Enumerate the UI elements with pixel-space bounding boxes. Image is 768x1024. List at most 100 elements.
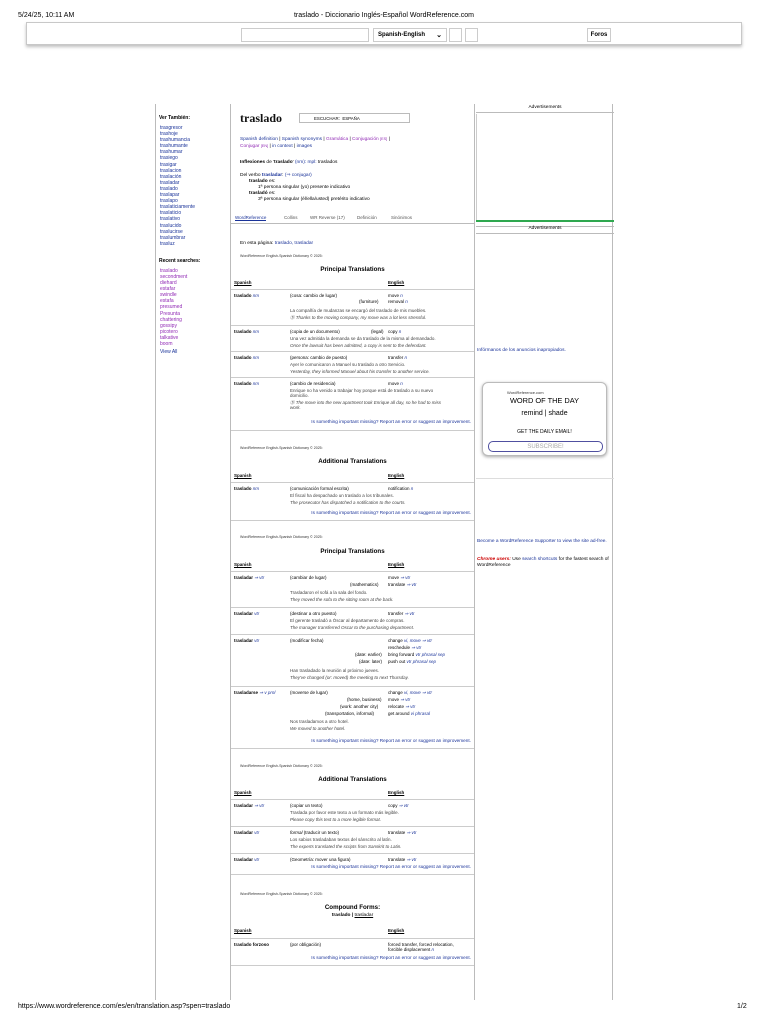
column-english: English [388,280,405,285]
subscribe-button[interactable]: SUBSCRIBE! [488,441,603,452]
translation-term: translate ⇒ vtr [388,582,417,587]
example-english: Yesterday, they informed Manuel about hi… [290,369,430,374]
wod-words[interactable]: remind | shade [483,410,606,417]
print-page-number: 1/2 [737,1003,747,1010]
verb-colon: : [282,173,284,178]
page-content: Ver También: trasgresor trashoje trashum… [155,104,614,1000]
context-note: (work: another city) [340,704,379,709]
verb-link[interactable]: trasladar [262,173,282,178]
divider [476,233,614,234]
link-spanish-synonyms[interactable]: Spanish synonyms [282,137,322,142]
compound-forms-title: Compound Forms: [324,904,381,911]
dictionary-tabs: WordReference Collins WR Reverse (17) De… [231,212,474,224]
dictionary-credit: WordReference English-Spanish Dictionary… [240,892,323,896]
search-shortcuts-link[interactable]: search shortcuts [522,557,557,562]
tab-wr-reverse[interactable]: WR Reverse (17) [310,215,345,220]
example-spanish: Nos trasladamos a otro hotel. [290,719,349,724]
translation-row: traslado nm (comunicación formal escrita… [231,482,474,509]
context-note: (modificar fecha) [290,638,324,643]
forums-button[interactable]: Foros [587,28,611,42]
context-note: (cosa: cambio de lugar) [290,293,338,298]
translation-term: move n [388,293,403,298]
example-english: Please copy this text to a more legible … [290,817,382,822]
example-spanish: Una vez admitida la demanda se da trasla… [290,336,436,341]
example-spanish: El gerente trasladó a Óscar al departame… [290,618,405,623]
example-spanish: La compañía de mudanzas se encargó del t… [290,308,427,313]
verb-form-1: traslado [249,179,268,184]
print-url: https://www.wordreference.com/es/en/tran… [18,1003,231,1010]
context-note: formal (traducir un texto) [290,830,340,835]
inflections-de: de ' [266,160,274,165]
inflections-forms: traslados [317,160,338,165]
search-button[interactable] [449,28,462,42]
additional-translations-title: Additional Translations [318,458,387,465]
translation-row: trasladar vtr (destinar a otro puesto) t… [231,607,474,634]
context-note: (legal) [371,329,384,334]
inflections-nm[interactable]: (nm): [295,160,306,165]
example-english: They've changed (or: moved) the meeting … [290,675,409,680]
example-spanish: Han trasladado la reunión al próximo jue… [290,668,380,673]
on-page-links[interactable]: traslado, trasladar [275,241,313,246]
link-in-context[interactable]: in context [272,144,293,149]
link-images[interactable]: images [297,144,312,149]
report-error-link[interactable]: Is something important missing? Report a… [231,864,474,869]
dictionary-select[interactable]: Spanish-English ⌄ [373,28,447,42]
context-note: (cambio de residencia) [290,381,336,386]
listen-selector[interactable]: ESCUCHAR: ESPAÑA [299,113,410,123]
inflections-close: ' [292,160,294,165]
source-term: trasladar vtr [234,857,260,862]
translation-row: traslado forzoso (por obligación) forced… [231,938,474,955]
report-error-link[interactable]: Is something important missing? Report a… [231,955,474,960]
dictionary-credit: WordReference English-Spanish Dictionary… [240,254,323,258]
wod-title: WORD OF THE DAY [509,396,580,405]
divider [476,112,614,113]
compound-alt-link[interactable]: trasladar [355,913,374,918]
inflections-mpl[interactable]: mpl: [307,160,316,165]
source-term: trasladarse ⇒ v prnl [234,690,276,695]
tab-collins[interactable]: Collins [284,215,298,220]
link-gramatica[interactable]: Gramática [326,137,348,142]
source-term: traslado nm [234,486,260,491]
see-also-link[interactable]: trasluz [160,241,230,247]
source-term: trasladar ⇒ vtr [234,575,265,580]
column-spanish: Spanish [234,280,252,285]
report-ads-link[interactable]: Infórmanos de los anuncios inapropiados. [477,348,566,353]
translation-term: push out vtr phrasal sep [388,659,437,664]
main-column: traslado ESCUCHAR: ESPAÑA Spanish defini… [231,104,475,1000]
example-english: Ⓢ The move into the new apartment took E… [290,400,441,405]
example-spanish: domicilio. [290,393,309,398]
context-note: (por obligación) [290,942,322,947]
options-button[interactable] [465,28,478,42]
report-error-link[interactable]: Is something important missing? Report a… [231,510,474,515]
view-all-link[interactable]: View All [160,349,230,355]
source-term: traslado nm [234,355,260,360]
example-spanish: El fiscal ha despachado un traslado a lo… [290,493,394,498]
tab-wordreference[interactable]: WordReference [235,215,267,221]
link-spanish-definition[interactable]: Spanish definition [240,137,278,142]
translation-term: notification n [388,486,414,491]
supporter-link[interactable]: Become a WordReference Supporter to view… [477,539,611,545]
headword: traslado [240,111,282,125]
wod-daily-email: GET THE DAILY EMAIL! [517,429,572,435]
example-english: work. [290,405,301,410]
word-of-the-day-box: WordReference.com WORD OF THE DAY remind… [482,382,607,456]
dictionary-credit: WordReference English-Spanish Dictionary… [240,535,323,539]
verb-prefix: Del verbo [240,173,261,178]
tab-sinonimos[interactable]: Sinónimos [391,215,412,220]
example-english: We moved to another hotel. [290,726,346,731]
report-error-link[interactable]: Is something important missing? Report a… [231,419,474,424]
verb-conjugate-link[interactable]: (⇒ conjugar) [285,173,312,178]
conj-en-tag: [EN] [260,144,269,148]
report-error-link[interactable]: Is something important missing? Report a… [231,738,474,743]
tab-definicion[interactable]: Definición [357,215,377,220]
example-english: The manager transferred Oscar to the pur… [290,625,415,630]
search-input[interactable] [241,28,369,42]
inflections-word: traslado [274,160,293,165]
link-conjugar[interactable]: Conjugar [240,144,259,149]
link-conjugacion[interactable]: Conjugación [352,137,379,142]
translation-term: translate ⇒ vtr [388,830,417,835]
translation-term: get around vi phrasal [388,711,431,716]
recent-search-link[interactable]: boom [160,341,230,347]
wod-site: WordReference.com [507,390,544,395]
verb-forms: Del verbo trasladar: (⇒ conjugar) trasla… [240,173,370,203]
